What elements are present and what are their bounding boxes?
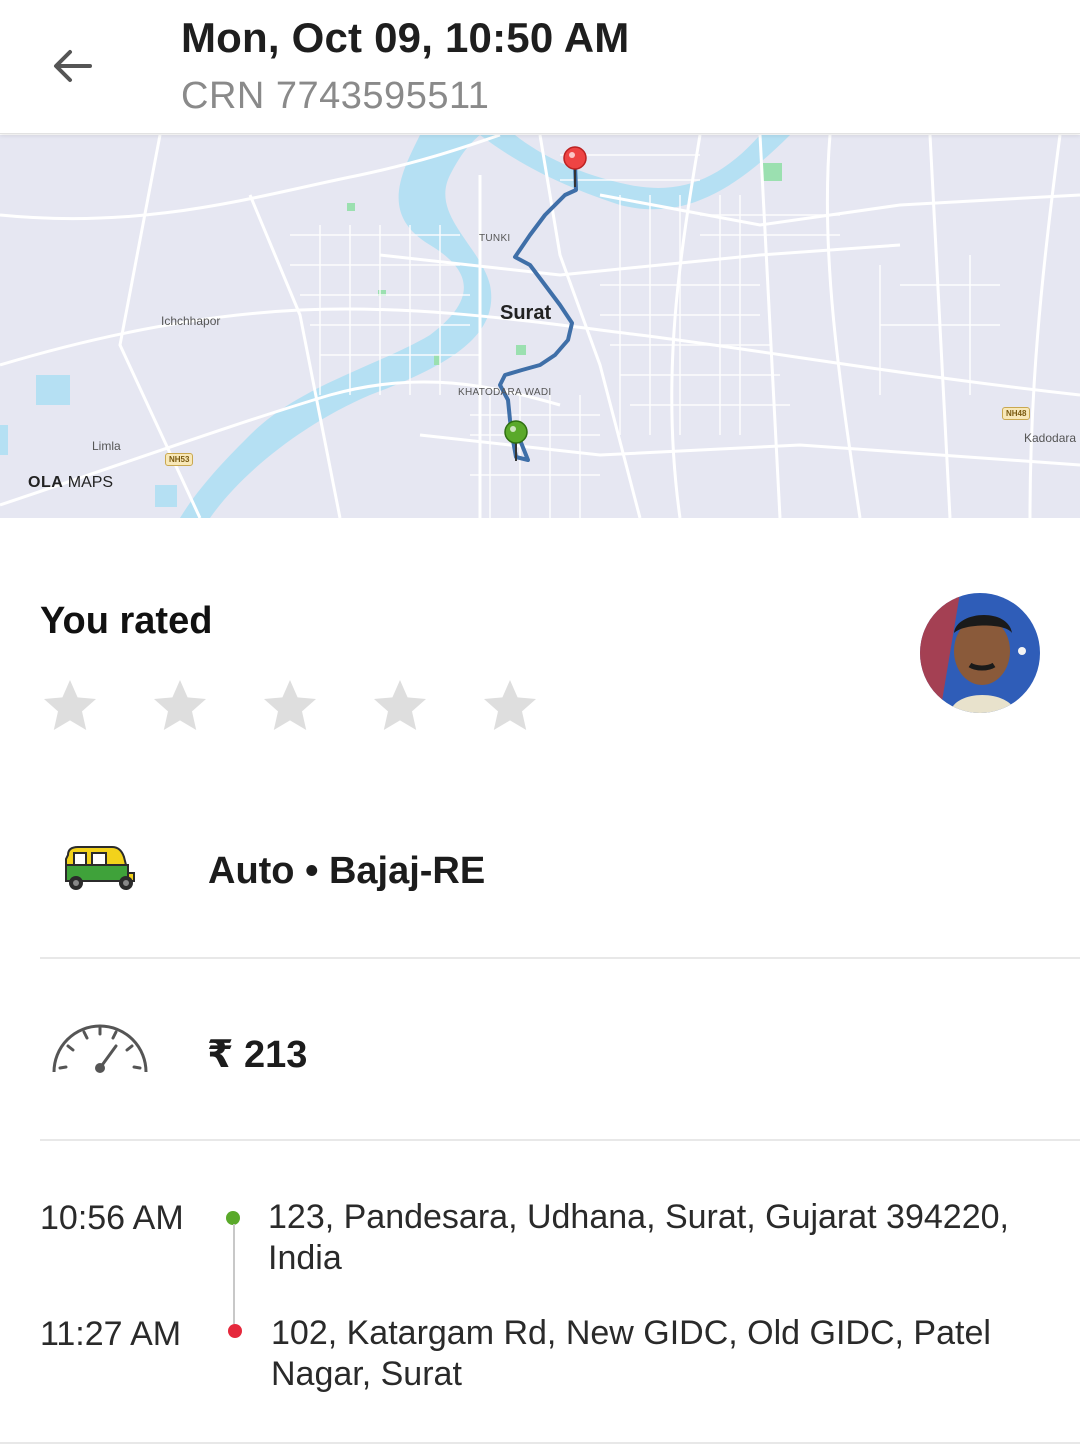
road-badge-nh53: NH53	[165, 453, 194, 466]
arrow-left-icon	[54, 50, 92, 82]
drop-address: 102, Katargam Rd, New GIDC, Old GIDC, Pa…	[271, 1314, 991, 1393]
pickup-address: 123, Pandesara, Udhana, Surat, Gujarat 3…	[268, 1198, 1009, 1277]
pickup-dot-icon	[226, 1211, 240, 1225]
rating-stars	[40, 676, 590, 736]
rating-title: You rated	[40, 600, 213, 642]
ride-crn: CRN 7743595511	[181, 75, 490, 117]
map-label-surat: Surat	[500, 302, 552, 324]
map-label-kadodara: Kadodara	[1024, 431, 1077, 445]
timeline-connector	[233, 1224, 235, 1324]
drop-time: 11:27 AM	[40, 1315, 182, 1353]
pickup-time: 10:56 AM	[40, 1199, 184, 1237]
map-label-limla: Limla	[92, 439, 121, 453]
divider	[40, 957, 1080, 959]
fare-amount: ₹ 213	[207, 1034, 308, 1076]
pickup-pin-icon	[504, 420, 528, 444]
divider	[0, 1442, 1080, 1444]
ola-maps-logo: OLA MAPS	[28, 474, 114, 491]
auto-rickshaw-icon	[62, 845, 138, 898]
speedometer-icon	[50, 1018, 150, 1081]
star-icon[interactable]	[370, 676, 430, 736]
map-label-tunki: TUNKI	[479, 233, 511, 244]
back-button[interactable]	[42, 36, 102, 96]
divider	[40, 1139, 1080, 1141]
map-label-ichchhapor: Ichchhapor	[161, 314, 221, 328]
star-icon[interactable]	[260, 676, 320, 736]
route-map[interactable]: TUNKI Surat Ichchhapor KHATODARA WADI Li…	[0, 135, 1080, 518]
driver-photo	[920, 593, 1040, 713]
drop-dot-icon	[228, 1324, 242, 1338]
driver-avatar[interactable]	[920, 593, 1040, 713]
road-badge-nh48: NH48	[1002, 407, 1031, 420]
map-label-khatodara: KHATODARA WADI	[458, 387, 552, 398]
vehicle-type-label: Auto • Bajaj-RE	[208, 850, 486, 892]
star-icon[interactable]	[150, 676, 210, 736]
ride-datetime: Mon, Oct 09, 10:50 AM	[181, 14, 630, 61]
star-icon[interactable]	[40, 676, 100, 736]
star-icon[interactable]	[480, 676, 540, 736]
drop-pin-icon	[563, 146, 587, 170]
top-app-bar: Mon, Oct 09, 10:50 AM CRN 7743595511	[0, 0, 1080, 134]
